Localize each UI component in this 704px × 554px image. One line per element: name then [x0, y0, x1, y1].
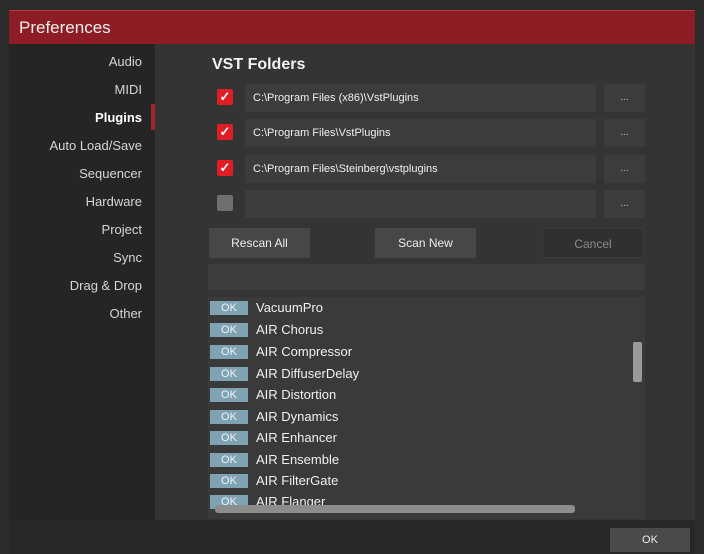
plugin-list[interactable]: OK VacuumPro OK AIR Chorus OK AIR Compre…: [208, 297, 645, 519]
status-badge: OK: [210, 453, 248, 467]
plugin-name: AIR Dynamics: [256, 409, 339, 424]
folder-path-field[interactable]: C:\Program Files (x86)\VstPlugins: [245, 84, 596, 112]
status-badge: OK: [210, 431, 248, 445]
folder-checkbox[interactable]: ✓: [217, 89, 233, 105]
list-item[interactable]: OK AIR Chorus: [210, 319, 610, 341]
plugin-name: AIR Ensemble: [256, 452, 340, 467]
sidebar-item-sequencer[interactable]: Sequencer: [79, 160, 142, 188]
plugin-name: AIR Enhancer: [256, 430, 337, 445]
folder-path-field[interactable]: C:\Program Files\VstPlugins: [245, 119, 596, 147]
vertical-scrollbar[interactable]: [633, 342, 642, 382]
scan-new-button[interactable]: Scan New: [375, 228, 476, 258]
sidebar: Audio MIDI Plugins Auto Load/Save Sequen…: [9, 44, 155, 520]
folder-checkbox[interactable]: ✓: [217, 124, 233, 140]
browse-button[interactable]: ...: [604, 84, 645, 112]
sidebar-item-drag-drop[interactable]: Drag & Drop: [70, 272, 142, 300]
status-badge: OK: [210, 323, 248, 337]
title-bar: Preferences: [9, 10, 695, 44]
rescan-all-button[interactable]: Rescan All: [209, 228, 310, 258]
sidebar-item-midi[interactable]: MIDI: [115, 76, 142, 104]
sidebar-item-other[interactable]: Other: [109, 300, 142, 328]
status-badge: OK: [210, 345, 248, 359]
vst-folder-row: ✓ C:\Program Files (x86)\VstPlugins ...: [217, 84, 697, 112]
vst-folder-row: ✓ C:\Program Files\VstPlugins ...: [217, 119, 697, 147]
sidebar-item-plugins[interactable]: Plugins: [95, 104, 142, 132]
list-item[interactable]: OK AIR Ensemble: [210, 449, 610, 471]
horizontal-scrollbar[interactable]: [215, 505, 575, 513]
plugins-panel: VST Folders ✓ C:\Program Files (x86)\Vst…: [155, 44, 695, 520]
footer-bar: OK: [9, 520, 695, 554]
plugin-name: VacuumPro: [256, 300, 323, 315]
scan-status-field: [208, 264, 645, 290]
list-item[interactable]: OK AIR DiffuserDelay: [210, 363, 610, 385]
plugin-name: AIR FilterGate: [256, 473, 339, 488]
plugin-name: AIR Chorus: [256, 322, 324, 337]
preferences-window: Audio MIDI Plugins Auto Load/Save Sequen…: [9, 44, 695, 520]
status-badge: OK: [210, 367, 248, 381]
list-item[interactable]: OK VacuumPro: [210, 297, 610, 319]
folder-checkbox[interactable]: ✓: [217, 160, 233, 176]
list-item[interactable]: OK AIR Distortion: [210, 384, 610, 406]
sidebar-item-hardware[interactable]: Hardware: [86, 188, 142, 216]
folder-checkbox[interactable]: [217, 195, 233, 211]
list-item[interactable]: OK AIR Dynamics: [210, 406, 610, 428]
status-badge: OK: [210, 410, 248, 424]
folder-path-field[interactable]: [245, 190, 596, 218]
window-title: Preferences: [19, 18, 111, 37]
section-heading: VST Folders: [212, 56, 306, 73]
plugin-name: AIR DiffuserDelay: [256, 366, 360, 381]
folder-path-field[interactable]: C:\Program Files\Steinberg\vstplugins: [245, 155, 596, 183]
status-badge: OK: [210, 388, 248, 402]
vst-folder-row: ...: [217, 190, 697, 218]
list-item[interactable]: OK AIR Compressor: [210, 341, 610, 363]
list-item[interactable]: OK AIR FilterGate: [210, 470, 610, 492]
sidebar-item-project[interactable]: Project: [102, 216, 142, 244]
vst-folder-row: ✓ C:\Program Files\Steinberg\vstplugins …: [217, 155, 697, 183]
browse-button[interactable]: ...: [604, 155, 645, 183]
cancel-button[interactable]: Cancel: [542, 228, 644, 258]
plugin-name: AIR Distortion: [256, 387, 337, 402]
browse-button[interactable]: ...: [604, 190, 645, 218]
status-badge: OK: [210, 474, 248, 488]
browse-button[interactable]: ...: [604, 119, 645, 147]
ok-button[interactable]: OK: [610, 528, 690, 552]
plugin-name: AIR Compressor: [256, 344, 353, 359]
status-badge: OK: [210, 301, 248, 315]
sidebar-item-audio[interactable]: Audio: [109, 48, 142, 76]
sidebar-item-auto-load-save[interactable]: Auto Load/Save: [49, 132, 142, 160]
sidebar-item-sync[interactable]: Sync: [113, 244, 142, 272]
list-item[interactable]: OK AIR Enhancer: [210, 427, 610, 449]
